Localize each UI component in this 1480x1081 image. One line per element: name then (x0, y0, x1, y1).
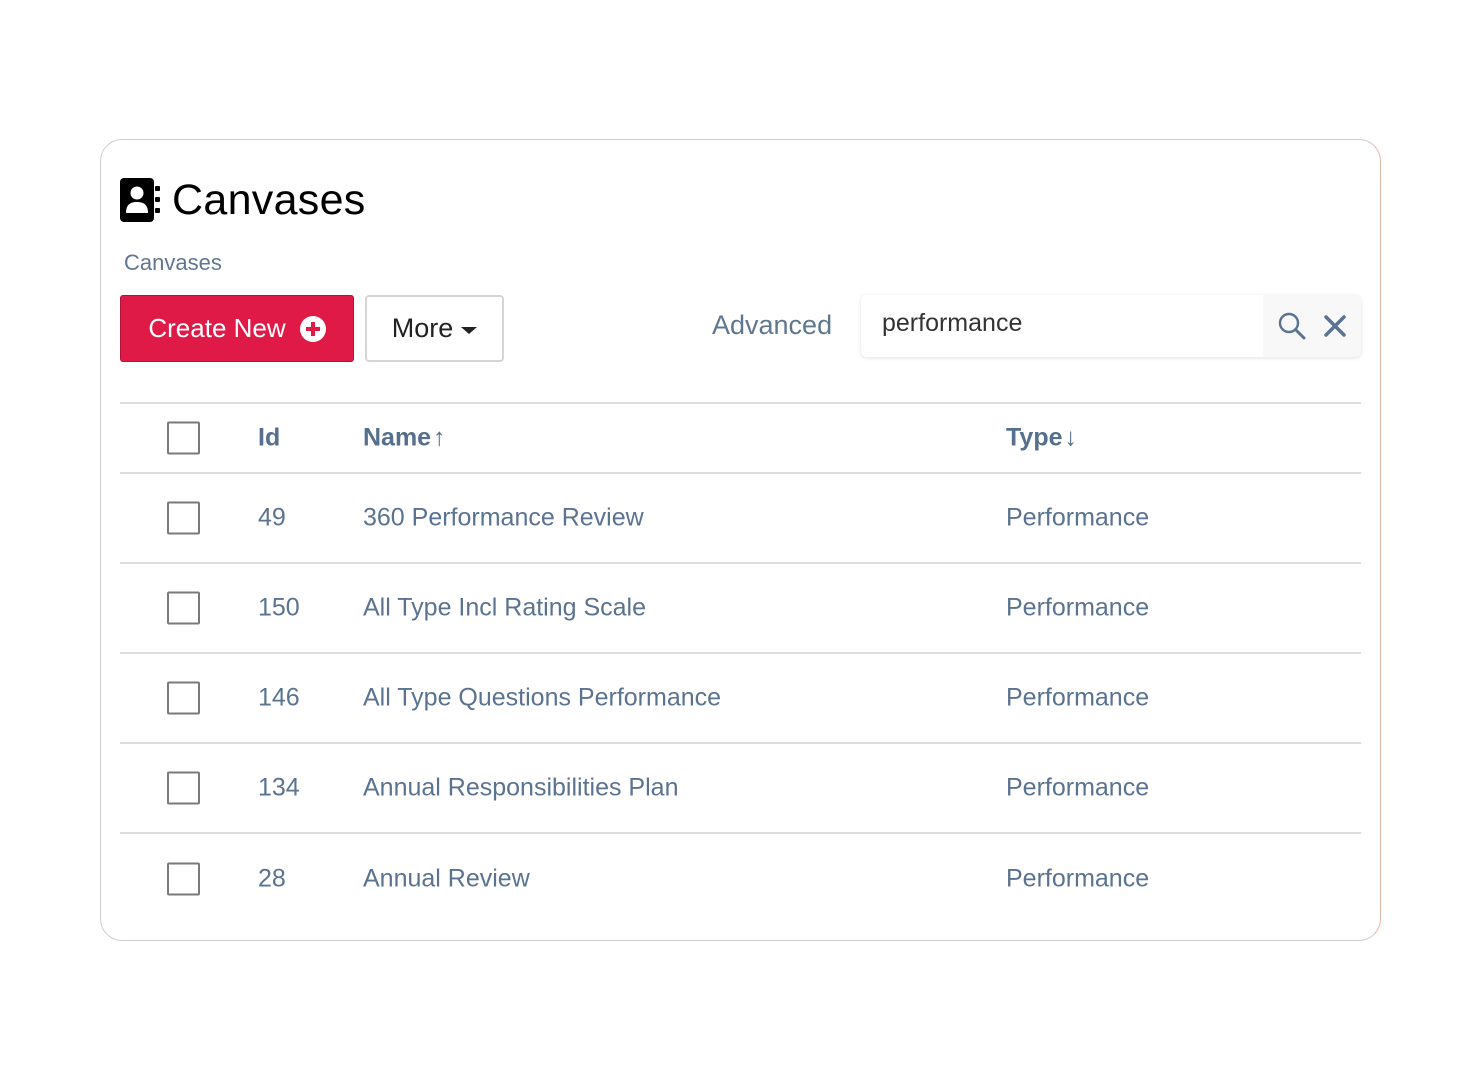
select-all-cell (167, 421, 200, 455)
advanced-search-link[interactable]: Advanced (712, 310, 832, 341)
row-checkbox[interactable] (167, 681, 200, 715)
row-name[interactable]: Annual Review (363, 865, 530, 894)
create-new-button[interactable]: Create New (120, 295, 354, 362)
row-id: 146 (258, 683, 300, 712)
row-id: 150 (258, 593, 300, 622)
column-header-name-label: Name (363, 423, 432, 452)
plus-circle-icon (299, 315, 326, 342)
row-id: 49 (258, 503, 286, 532)
row-type: Performance (1006, 864, 1150, 893)
row-name[interactable]: Annual Responsibilities Plan (363, 774, 678, 803)
page-title: Canvases (172, 175, 366, 224)
sort-descending-icon: ↓ (1064, 423, 1078, 452)
row-select-cell (167, 771, 200, 805)
row-checkbox[interactable] (167, 501, 200, 535)
row-select-cell (167, 862, 200, 896)
row-checkbox[interactable] (167, 771, 200, 805)
row-select-cell (167, 501, 200, 535)
create-new-label: Create New (148, 313, 286, 343)
column-header-type-label: Type (1006, 423, 1063, 452)
table-row[interactable]: 134 Annual Responsibilities Plan Perform… (120, 744, 1361, 834)
caret-down-icon (461, 326, 478, 334)
search-input[interactable] (861, 295, 1263, 357)
table-row[interactable]: 49 360 Performance Review Performance (120, 474, 1361, 564)
row-name[interactable]: 360 Performance Review (363, 504, 644, 533)
row-name[interactable]: All Type Questions Performance (363, 684, 721, 713)
close-icon[interactable] (1323, 314, 1347, 338)
column-header-type[interactable]: Type↓ (1006, 424, 1077, 453)
row-type: Performance (1006, 683, 1150, 712)
row-type: Performance (1006, 503, 1150, 532)
table-row[interactable]: 150 All Type Incl Rating Scale Performan… (120, 564, 1361, 654)
canvases-card: Canvases Canvases Create New More Advanc… (100, 139, 1381, 941)
title-row: Canvases (120, 178, 366, 222)
table-row[interactable]: 28 Annual Review Performance (120, 834, 1361, 924)
row-id: 134 (258, 773, 300, 802)
row-id: 28 (258, 864, 286, 893)
row-checkbox[interactable] (167, 862, 200, 896)
table-header-row: Id Name↑ Type↓ (120, 404, 1361, 474)
row-select-cell (167, 681, 200, 715)
more-label: More (391, 313, 454, 343)
column-header-id[interactable]: Id (258, 424, 280, 453)
sort-ascending-icon: ↑ (433, 423, 446, 452)
row-checkbox[interactable] (167, 591, 200, 625)
column-header-name[interactable]: Name↑ (363, 424, 446, 453)
search-actions (1263, 295, 1361, 357)
select-all-checkbox[interactable] (167, 421, 200, 455)
row-select-cell (167, 591, 200, 625)
row-type: Performance (1006, 593, 1150, 622)
column-header-id-label: Id (258, 423, 281, 452)
row-type: Performance (1006, 773, 1150, 802)
search-icon[interactable] (1277, 311, 1307, 341)
canvases-table: Id Name↑ Type↓ 49 360 Performance Review… (120, 402, 1361, 924)
row-name[interactable]: All Type Incl Rating Scale (363, 594, 646, 623)
search-box (861, 295, 1361, 357)
address-book-icon (120, 178, 160, 222)
more-dropdown-button[interactable]: More (365, 295, 504, 362)
breadcrumb[interactable]: Canvases (124, 250, 222, 276)
table-row[interactable]: 146 All Type Questions Performance Perfo… (120, 654, 1361, 744)
